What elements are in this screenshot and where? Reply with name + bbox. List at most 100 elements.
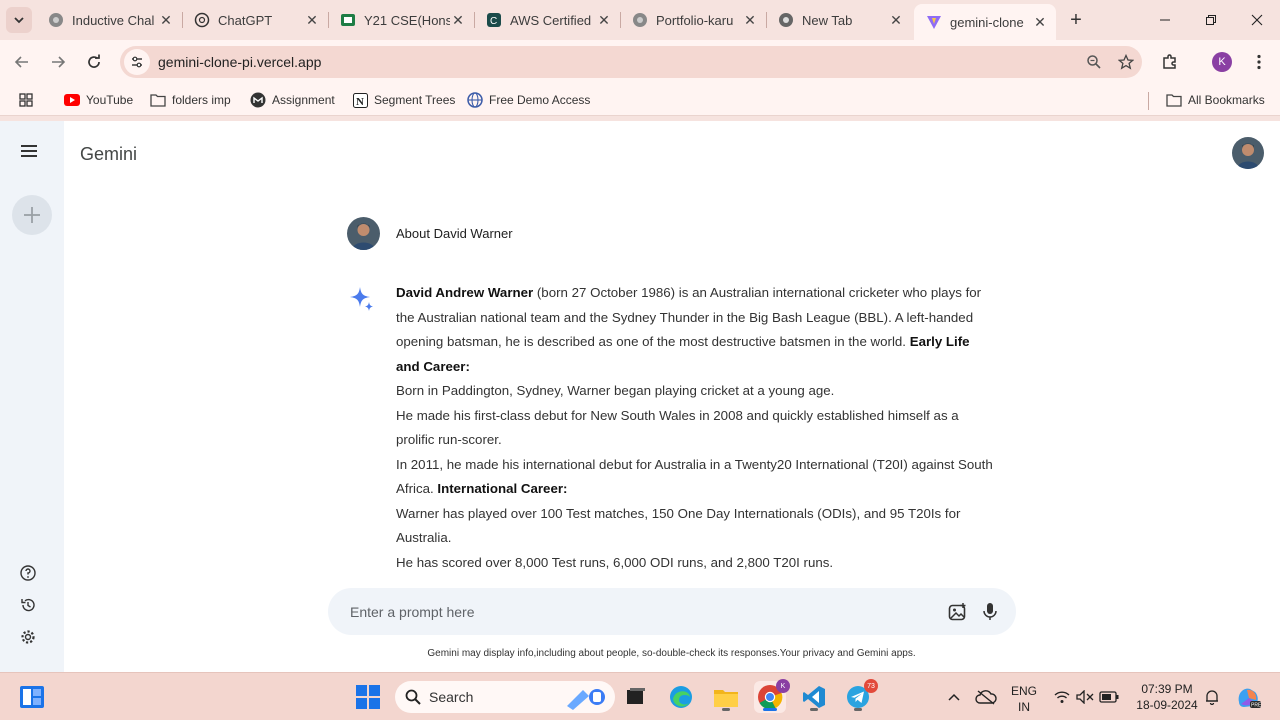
hamburger-icon bbox=[21, 145, 37, 157]
battery-button[interactable] bbox=[1093, 681, 1125, 713]
tab-strip: Inductive Chal ✕ ChatGPT ✕ Y21 CSE(Hons … bbox=[0, 0, 1280, 40]
site-info-icon[interactable] bbox=[124, 49, 150, 75]
windows-logo-icon bbox=[356, 685, 380, 709]
user-avatar[interactable] bbox=[1232, 137, 1264, 169]
restore-button[interactable] bbox=[1188, 0, 1234, 40]
notification-badge: 73 bbox=[864, 679, 878, 693]
active-indicator bbox=[763, 708, 777, 711]
edge-button[interactable] bbox=[665, 681, 697, 713]
language-indicator[interactable]: ENG IN bbox=[1008, 683, 1040, 715]
close-icon[interactable]: ✕ bbox=[1032, 14, 1048, 30]
running-indicator bbox=[854, 708, 862, 711]
profile-button[interactable]: K bbox=[1208, 48, 1236, 76]
tab-aws[interactable]: C AWS Certified ✕ bbox=[474, 4, 621, 36]
restore-icon bbox=[1206, 15, 1216, 25]
close-icon[interactable]: ✕ bbox=[888, 12, 904, 28]
widgets-button[interactable] bbox=[16, 681, 48, 713]
tab-inductive[interactable]: Inductive Chal ✕ bbox=[36, 4, 183, 36]
settings-button[interactable] bbox=[16, 625, 40, 649]
folder-icon bbox=[1166, 92, 1182, 108]
activity-button[interactable] bbox=[16, 593, 40, 617]
task-view-button[interactable] bbox=[620, 681, 652, 713]
close-window-button[interactable] bbox=[1234, 0, 1280, 40]
bookmark-assignment[interactable]: Assignment bbox=[250, 90, 335, 110]
running-indicator bbox=[722, 708, 730, 711]
copilot-button[interactable]: PRE bbox=[1232, 681, 1264, 713]
prompt-input[interactable] bbox=[350, 603, 942, 620]
new-chat-button[interactable] bbox=[12, 195, 52, 235]
svg-text:N: N bbox=[356, 96, 364, 108]
vscode-icon bbox=[803, 686, 825, 708]
minimize-button[interactable] bbox=[1142, 0, 1188, 40]
all-bookmarks-button[interactable]: All Bookmarks bbox=[1166, 90, 1265, 110]
tab-chatgpt[interactable]: ChatGPT ✕ bbox=[182, 4, 329, 36]
browser-toolbar: gemini-clone-pi.vercel.app K bbox=[0, 40, 1280, 84]
folder-icon bbox=[150, 92, 166, 108]
chrome-button[interactable]: K bbox=[754, 679, 790, 713]
clock[interactable]: 07:39 PM 18-09-2024 bbox=[1130, 681, 1204, 713]
bookmark-free-demo[interactable]: Free Demo Access bbox=[467, 90, 590, 110]
apps-button[interactable] bbox=[18, 90, 40, 110]
running-indicator bbox=[810, 708, 818, 711]
tab-y21[interactable]: Y21 CSE(Hons ✕ bbox=[328, 4, 475, 36]
close-icon[interactable]: ✕ bbox=[158, 12, 174, 28]
onedrive-button[interactable] bbox=[970, 681, 1002, 713]
file-explorer-button[interactable] bbox=[710, 681, 742, 713]
svg-text:C: C bbox=[490, 16, 497, 27]
bookmark-youtube[interactable]: YouTube bbox=[64, 90, 133, 110]
close-icon[interactable]: ✕ bbox=[596, 12, 612, 28]
vite-icon bbox=[926, 14, 942, 30]
bookmark-folders-imp[interactable]: folders imp bbox=[150, 90, 231, 110]
image-upload-button[interactable] bbox=[942, 596, 974, 628]
voice-input-button[interactable] bbox=[974, 596, 1006, 628]
widgets-icon bbox=[20, 686, 44, 708]
browser-menu-button[interactable] bbox=[1245, 48, 1273, 76]
menu-button[interactable] bbox=[16, 138, 42, 164]
close-icon[interactable]: ✕ bbox=[450, 12, 466, 28]
new-tab-button[interactable]: + bbox=[1064, 8, 1088, 32]
back-button[interactable] bbox=[8, 48, 36, 76]
taskbar-search[interactable]: Search bbox=[395, 681, 615, 713]
bookmark-segment-trees[interactable]: N Segment Trees bbox=[352, 90, 455, 110]
reload-button[interactable] bbox=[80, 48, 108, 76]
tab-gemini-clone[interactable]: gemini-clone ✕ bbox=[914, 4, 1056, 40]
clock-date: 18-09-2024 bbox=[1136, 698, 1198, 712]
search-icon bbox=[405, 689, 421, 705]
close-icon[interactable]: ✕ bbox=[304, 12, 320, 28]
tab-newtab[interactable]: New Tab ✕ bbox=[766, 4, 912, 36]
zoom-icon[interactable] bbox=[1078, 46, 1110, 78]
forward-button[interactable] bbox=[44, 48, 72, 76]
vscode-button[interactable] bbox=[798, 681, 830, 713]
show-hidden-icons-button[interactable] bbox=[938, 681, 970, 713]
language-code: ENG bbox=[1010, 684, 1037, 698]
tab-title: gemini-clone bbox=[950, 14, 1024, 30]
response-line: Warner has played over 100 Test matches,… bbox=[396, 505, 961, 546]
globe-icon bbox=[48, 12, 64, 28]
apps-grid-icon bbox=[18, 92, 34, 108]
response-line: He has scored over 8,000 Test runs, 6,00… bbox=[396, 554, 834, 570]
mic-icon bbox=[983, 602, 997, 620]
address-bar[interactable]: gemini-clone-pi.vercel.app bbox=[120, 46, 1142, 78]
url-text[interactable]: gemini-clone-pi.vercel.app bbox=[158, 54, 1078, 70]
telegram-button[interactable]: 73 bbox=[842, 679, 878, 713]
gemini-sparkle-icon bbox=[350, 287, 373, 311]
prompt-bar bbox=[328, 588, 1016, 635]
tab-search-button[interactable] bbox=[6, 7, 32, 33]
tab-portfolio[interactable]: Portfolio-karu ✕ bbox=[620, 4, 767, 36]
sidebar bbox=[0, 121, 64, 672]
help-button[interactable] bbox=[16, 561, 40, 585]
profile-badge: K bbox=[776, 679, 790, 693]
bookmark-label: Free Demo Access bbox=[489, 93, 591, 107]
notifications-button[interactable] bbox=[1196, 681, 1228, 713]
start-button[interactable] bbox=[352, 681, 384, 713]
close-icon[interactable]: ✕ bbox=[742, 12, 758, 28]
user-prompt-text: About David Warner bbox=[396, 226, 513, 241]
section-heading: International Career: bbox=[437, 481, 568, 496]
bookmark-star-icon[interactable] bbox=[1110, 46, 1142, 78]
avatar bbox=[1232, 137, 1264, 169]
extensions-button[interactable] bbox=[1156, 48, 1184, 76]
puzzle-icon bbox=[1163, 54, 1176, 69]
youtube-icon bbox=[64, 92, 80, 108]
copilot-icon: PRE bbox=[1238, 688, 1261, 709]
arrow-right-icon bbox=[52, 56, 66, 68]
